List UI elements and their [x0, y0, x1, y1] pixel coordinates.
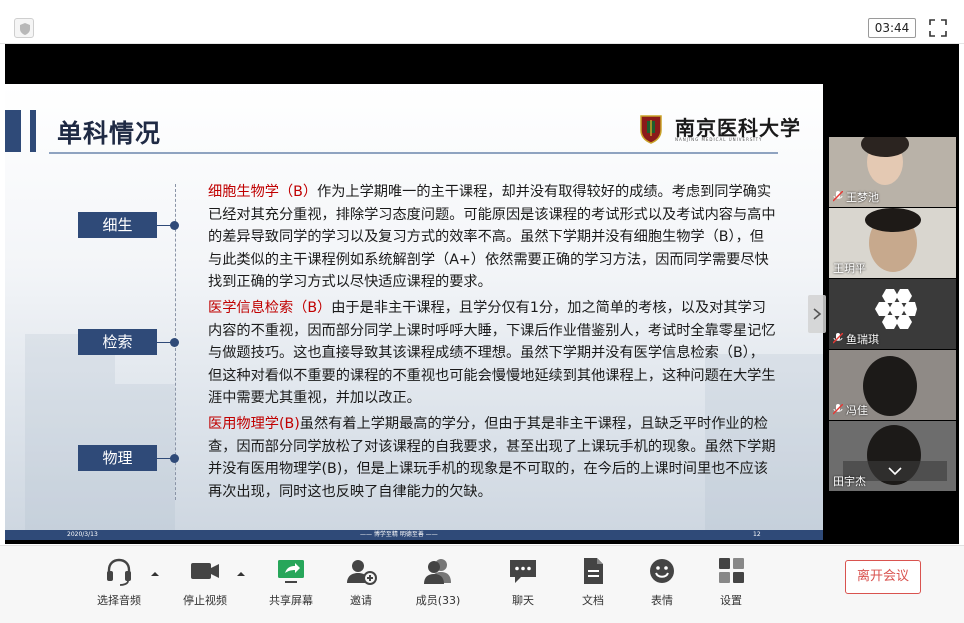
share-screen-label: 共享屏幕 [269, 594, 313, 607]
participant-hair [865, 208, 921, 232]
paragraph-highlight: 医用物理学(B) [208, 416, 300, 432]
grid-settings-icon [719, 558, 744, 583]
avatar-placeholder-icon [875, 289, 917, 329]
paragraph-physics: 医用物理学(B)虽然有着上学期最高的学分，但由于其是非主干课程，且缺乏平时作业的… [208, 413, 778, 503]
university-logo-subtext: NANJING MEDICAL UNIVERSITY [675, 137, 763, 142]
participant-video-tile[interactable]: 王玥平 [829, 208, 956, 278]
slide-date: 2020/3/13 [67, 531, 98, 538]
next-page-button[interactable] [808, 295, 826, 333]
settings-button[interactable]: 设置 [695, 554, 767, 616]
chat-icon [510, 560, 536, 583]
participant-name: 鱼瑞琪 [833, 331, 879, 347]
leave-meeting-button[interactable]: 离开会议 [845, 560, 921, 594]
participant-name: 王玥平 [833, 262, 866, 275]
reactions-button[interactable]: 表情 [626, 554, 698, 616]
participant-name: 田宇杰 [833, 475, 866, 488]
participant-name: 王梦池 [833, 189, 879, 205]
slide-motto: —— 博学至精 明德至善 —— [360, 531, 438, 538]
node-label-cell-biology: 细生 [78, 212, 157, 238]
fullscreen-icon[interactable] [929, 19, 947, 37]
members-button-label: 成员(33) [415, 594, 461, 607]
document-icon [584, 558, 603, 584]
invite-button-label: 邀请 [350, 594, 372, 607]
participant-video-tile[interactable]: 王梦池 [829, 137, 956, 207]
title-divider [49, 152, 778, 154]
reactions-button-label: 表情 [651, 594, 673, 607]
video-options-caret-icon[interactable] [236, 570, 246, 578]
camera-icon [191, 563, 219, 579]
slide-page-number: 12 [753, 531, 761, 538]
chat-button-label: 聊天 [512, 594, 534, 607]
node-label-retrieval: 检索 [78, 329, 157, 355]
university-emblem-icon [639, 114, 663, 144]
node-label-physics: 物理 [78, 445, 157, 471]
smiley-icon [650, 559, 674, 583]
members-icon [424, 559, 451, 584]
slide-footer: 2020/3/13 —— 博学至精 明德至善 —— 12 [5, 530, 823, 540]
members-button[interactable]: 成员(33) [402, 554, 474, 616]
shield-icon[interactable] [14, 18, 34, 38]
settings-button-label: 设置 [720, 594, 742, 607]
node-dot [170, 221, 179, 230]
node-dot [170, 338, 179, 347]
paragraph-retrieval: 医学信息检索（B）由于是非主干课程，且学分仅有1分，加之简单的考核，以及对其学习… [208, 297, 778, 410]
share-screen-button[interactable]: 共享屏幕 [255, 554, 327, 616]
meeting-window: 03:44 单科情况 南京医科大学 NANJING MEDICAL UNIVER… [0, 0, 964, 623]
paragraph-cell-biology: 细胞生物学（B）作为上学期唯一的主干课程，却并没有取得较好的成绩。考虑到同学确实… [208, 181, 778, 294]
invite-button[interactable]: 邀请 [325, 554, 397, 616]
chat-button[interactable]: 聊天 [487, 554, 559, 616]
meeting-topbar: 03:44 [0, 10, 964, 44]
paragraph-highlight: 细胞生物学（B） [208, 184, 318, 200]
headset-icon [107, 558, 131, 586]
mic-muted-icon [833, 333, 843, 344]
background-building [25, 334, 115, 530]
meeting-toolbar: 选择音频 停止视频 共享屏幕 邀请 成员(33) 聊天 文档 表情 设置 离开会… [0, 545, 964, 623]
participant-video-tile[interactable]: 鱼瑞琪 [829, 279, 956, 349]
audio-options-caret-icon[interactable] [150, 570, 160, 578]
video-button[interactable]: 停止视频 [169, 554, 241, 616]
title-accent-bar [5, 110, 21, 152]
documents-button-label: 文档 [582, 594, 604, 607]
participant-video-tile[interactable]: 冯佳 [829, 350, 956, 420]
meeting-timer: 03:44 [868, 18, 916, 38]
share-screen-icon [278, 560, 304, 583]
audio-button-label: 选择音频 [97, 594, 141, 607]
participant-video-tile[interactable]: 田宇杰 [829, 421, 956, 491]
add-user-icon [347, 560, 377, 585]
participant-name: 冯佳 [833, 402, 868, 418]
slide-title: 单科情况 [57, 119, 162, 148]
video-button-label: 停止视频 [183, 594, 227, 607]
mic-muted-icon [833, 404, 843, 415]
audio-button[interactable]: 选择音频 [83, 554, 155, 616]
paragraph-highlight: 医学信息检索（B） [208, 300, 332, 316]
participant-face [863, 356, 917, 416]
documents-button[interactable]: 文档 [557, 554, 629, 616]
title-accent-bar [30, 110, 36, 152]
presentation-slide: 单科情况 南京医科大学 NANJING MEDICAL UNIVERSITY 细… [5, 84, 823, 540]
title-bar [0, 0, 964, 10]
mic-muted-icon [833, 191, 843, 202]
node-dot [170, 454, 179, 463]
